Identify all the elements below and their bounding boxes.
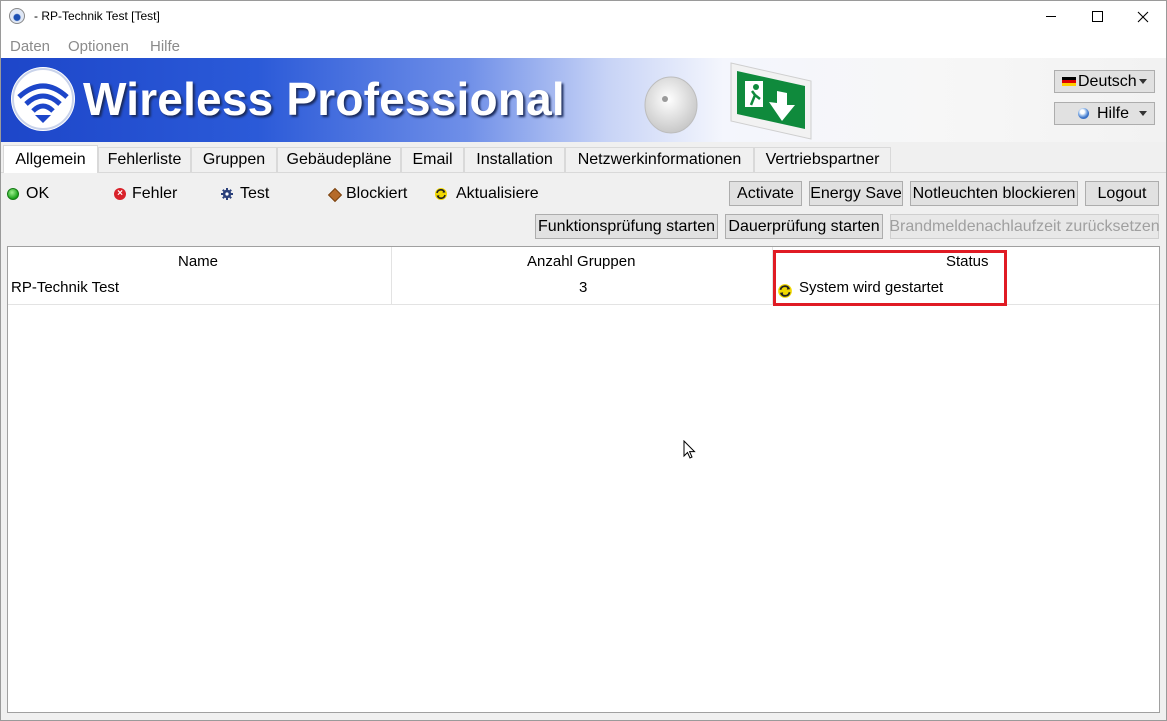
chevron-down-icon [1139,111,1147,116]
menu-hilfe[interactable]: Hilfe [150,38,180,55]
tab-gebaeudeplaene[interactable]: Gebäudepläne [277,147,401,172]
close-button[interactable] [1120,1,1166,32]
tab-bar: Allgemein Fehlerliste Gruppen Gebäudeplä… [1,142,1166,173]
tab-email[interactable]: Email [401,147,464,172]
legend-ok-label: OK [26,185,50,202]
status-error-icon: × [114,188,126,200]
menu-optionen[interactable]: Optionen [68,38,129,55]
mouse-cursor-icon [683,440,696,459]
menu-bar: Daten Optionen Hilfe [1,32,1166,58]
minimize-icon [1046,16,1056,17]
legend-updating-label: Aktualisiere [456,185,539,202]
legend-error-label: Fehler [132,185,178,202]
title-bar: - RP-Technik Test [Test] [1,1,1166,32]
app-icon [9,8,25,24]
language-dropdown[interactable]: Deutsch [1054,70,1155,93]
refresh-icon [435,188,447,200]
duration-test-button[interactable]: Dauerprüfung starten [725,214,883,239]
maximize-icon [1091,11,1103,22]
close-icon [1137,11,1149,22]
status-blocked-icon [327,187,343,203]
status-highlight-box [773,250,1007,306]
brand-title: Wireless Professional [83,73,565,125]
header-banner: Wireless Professional Deutsch Hilfe [1,58,1166,142]
tab-fehlerliste[interactable]: Fehlerliste [98,147,191,172]
wifi-logo-icon [11,67,75,131]
reset-fire-alarm-button[interactable]: Brandmeldenachlaufzeit zurücksetzen [889,214,1160,239]
cell-name: RP-Technik Test [11,279,120,296]
language-label: Deutsch [1078,73,1137,90]
tab-gruppen[interactable]: Gruppen [191,147,277,172]
emergency-lamp-icon [644,76,698,134]
chevron-down-icon [1139,79,1147,84]
menu-daten[interactable]: Daten [10,38,50,55]
activate-button[interactable]: Activate [729,181,802,206]
column-separator [391,247,392,304]
minimize-button[interactable] [1028,1,1074,32]
energy-save-button[interactable]: Energy Save [809,181,903,206]
legend-test-label: Test [240,185,270,202]
maximize-button[interactable] [1074,1,1120,32]
tab-divider [1,172,1166,173]
help-bulb-icon [1078,108,1089,119]
tab-installation[interactable]: Installation [464,147,565,172]
logout-button[interactable]: Logout [1085,181,1159,206]
window-title: - RP-Technik Test [Test] [34,9,160,23]
column-header-name[interactable]: Name [178,253,218,270]
exit-sign-icon [730,62,812,140]
tab-vertriebspartner[interactable]: Vertriebspartner [754,147,891,172]
column-header-groups[interactable]: Anzahl Gruppen [527,253,635,270]
german-flag-icon [1062,77,1076,86]
system-table: Name Anzahl Gruppen Status RP-Technik Te… [7,246,1160,713]
cell-groups: 3 [579,279,588,296]
application-window: - RP-Technik Test [Test] Daten Optionen … [0,0,1167,721]
status-ok-icon [7,188,19,200]
block-emergency-lights-button[interactable]: Notleuchten blockieren [910,181,1078,206]
help-label: Hilfe [1097,105,1130,122]
legend-blocked-label: Blockiert [346,185,408,202]
tab-allgemein[interactable]: Allgemein [3,145,98,173]
gear-icon [221,188,233,200]
help-dropdown[interactable]: Hilfe [1054,102,1155,125]
function-test-button[interactable]: Funktionsprüfung starten [535,214,718,239]
tab-netzwerkinformationen[interactable]: Netzwerkinformationen [565,147,754,172]
